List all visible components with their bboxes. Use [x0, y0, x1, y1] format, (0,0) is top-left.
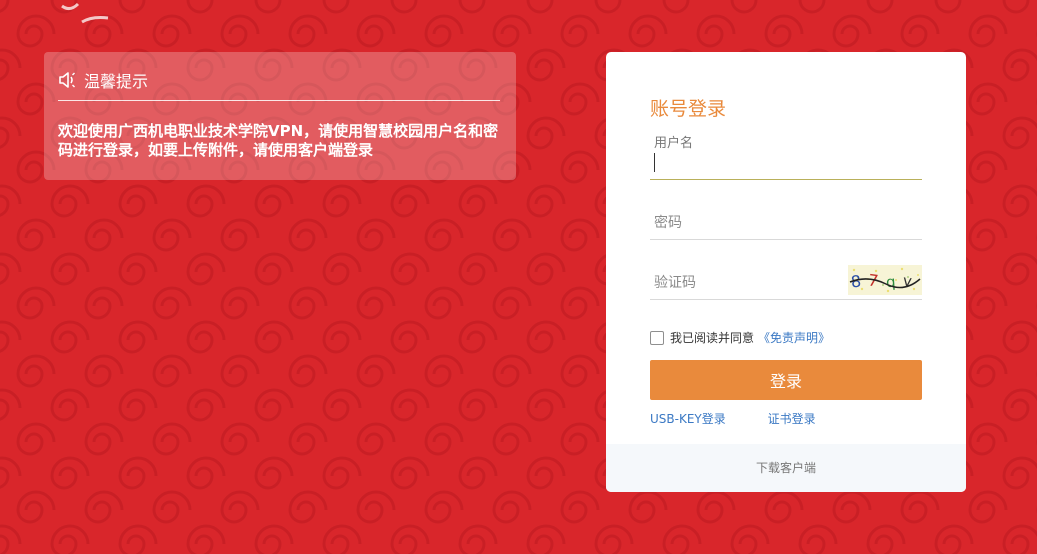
alternate-login-links: USB-KEY登录 证书登录 — [650, 410, 816, 427]
login-title: 账号登录 — [650, 98, 727, 120]
card-footer: 下载客户端 — [606, 444, 966, 492]
notice-panel: 温馨提示 欢迎使用广西机电职业技术学院VPN，请使用智慧校园用户名和密码进行登录… — [44, 52, 516, 180]
password-input[interactable] — [650, 210, 836, 236]
login-page: 温馨提示 欢迎使用广西机电职业技术学院VPN，请使用智慧校园用户名和密码进行登录… — [0, 0, 1037, 554]
username-input[interactable] — [650, 150, 924, 176]
captcha-char: q — [885, 273, 896, 292]
notice-message: 欢迎使用广西机电职业技术学院VPN，请使用智慧校园用户名和密码进行登录，如要上传… — [58, 122, 499, 159]
captcha-image[interactable]: 8 7 q v — [848, 265, 922, 295]
notice-header: 温馨提示 — [58, 68, 148, 92]
notice-title: 温馨提示 — [84, 72, 149, 91]
captcha-input[interactable] — [650, 270, 836, 296]
notice-divider — [58, 100, 500, 101]
text-cursor — [654, 153, 655, 172]
login-button[interactable]: 登录 — [650, 360, 922, 400]
username-label: 用户名 — [654, 136, 694, 151]
usb-key-login-link[interactable]: USB-KEY登录 — [650, 412, 726, 426]
username-field: 用户名 — [650, 128, 924, 180]
disclaimer-link[interactable]: 《免责声明》 — [758, 329, 830, 346]
speaker-icon — [59, 72, 75, 88]
download-client-link[interactable]: 下载客户端 — [756, 461, 816, 475]
agreement-row: 我已阅读并同意 《免责声明》 — [650, 329, 830, 346]
agree-text: 我已阅读并同意 — [670, 331, 755, 345]
decorative-swoosh — [61, 2, 109, 24]
certificate-login-link[interactable]: 证书登录 — [768, 412, 816, 426]
password-field — [650, 202, 922, 240]
login-card: 账号登录 用户名 8 7 q — [606, 52, 966, 492]
agree-checkbox[interactable] — [650, 330, 664, 345]
captcha-field: 8 7 q v — [650, 262, 922, 300]
